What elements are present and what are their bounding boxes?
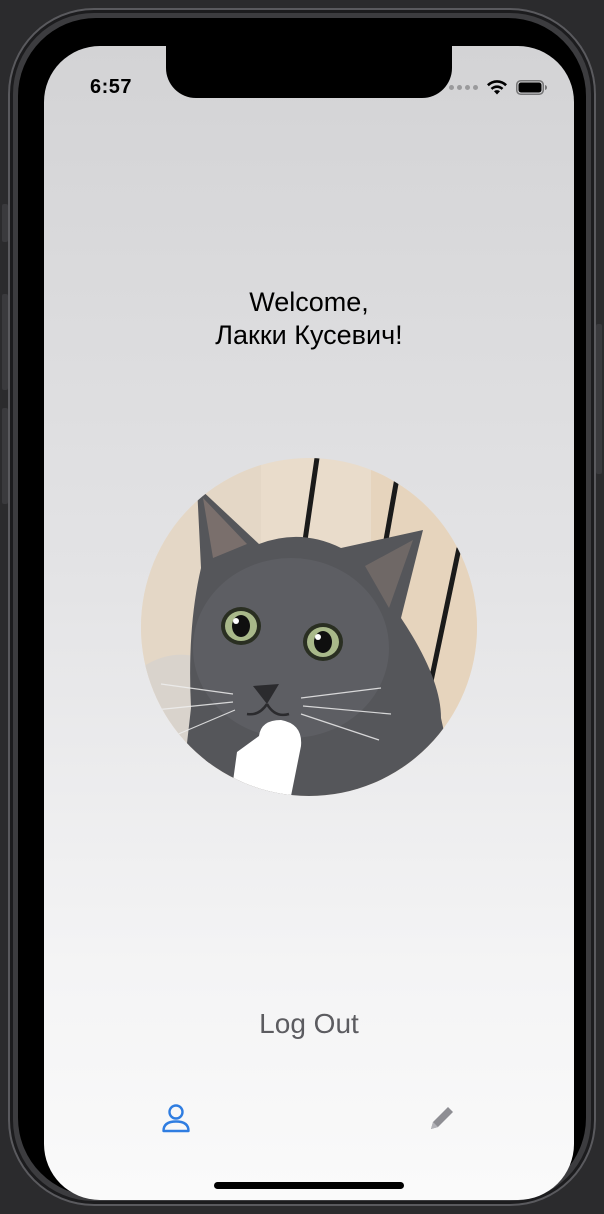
status-time: 6:57 [90,76,133,98]
tab-bar [44,1086,574,1146]
cellular-signal-icon [449,84,478,90]
tab-edit[interactable] [418,1094,466,1142]
tab-profile[interactable] [152,1094,200,1142]
app-screen: 6:57 Welcome, Лакки Кусевич! Log Out [44,46,574,1200]
welcome-greeting: Welcome, [249,287,369,317]
home-indicator[interactable] [214,1182,404,1189]
pencil-icon [431,1107,453,1129]
volume-up-button [2,294,8,390]
welcome-user-name: Лакки Кусевич! [215,320,403,350]
person-icon [162,1104,190,1133]
cat-photo [141,458,477,796]
bezel: 6:57 Welcome, Лакки Кусевич! Log Out [18,18,586,1200]
phone-frame: 6:57 Welcome, Лакки Кусевич! Log Out [2,8,602,1206]
status-icons [449,79,548,95]
battery-icon [516,79,547,95]
notch [166,46,452,98]
volume-down-button [2,408,8,504]
power-button [596,324,602,474]
logout-button[interactable]: Log Out [44,1008,574,1040]
welcome-message: Welcome, Лакки Кусевич! [44,286,574,352]
wifi-icon [487,80,507,95]
profile-avatar [141,458,477,796]
silent-switch [2,204,8,242]
